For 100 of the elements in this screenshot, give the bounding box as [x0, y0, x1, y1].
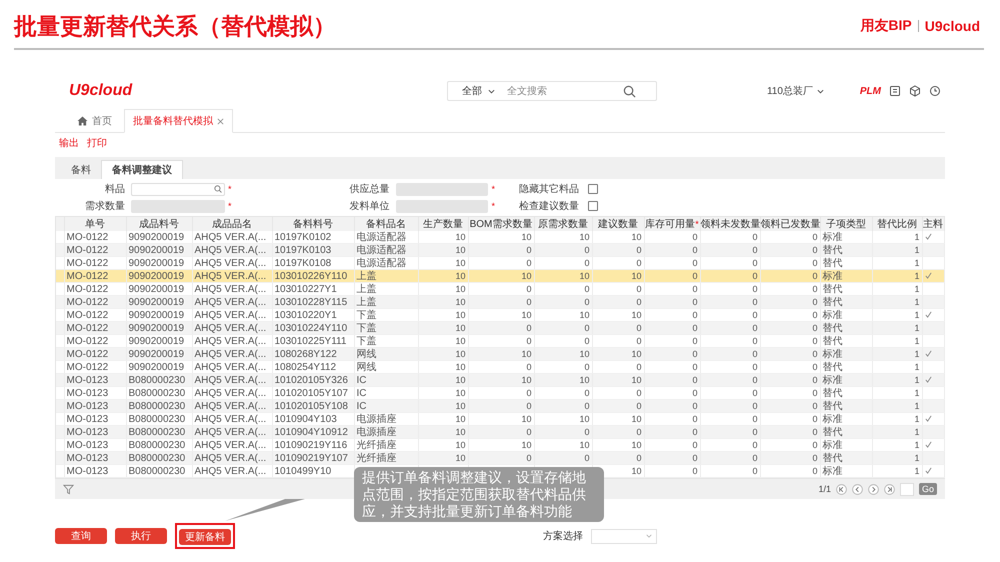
- table-cell: 0: [526, 322, 532, 332]
- page-input[interactable]: [900, 482, 914, 496]
- toolbar-link[interactable]: 打印: [87, 136, 107, 150]
- table-cell: 0: [752, 426, 758, 436]
- previous-icon[interactable]: [852, 484, 863, 494]
- search-icon[interactable]: [214, 185, 222, 193]
- action-button[interactable]: 查询: [55, 528, 107, 544]
- table-cell: 10197K0102: [274, 232, 332, 242]
- column-header[interactable]: 领料未发数量: [700, 219, 760, 230]
- input-field[interactable]: [131, 200, 225, 212]
- first-page-icon[interactable]: [836, 484, 847, 494]
- table-cell: 10: [631, 374, 642, 384]
- table-cell: MO-0122: [66, 336, 108, 346]
- table-cell: 0: [526, 452, 532, 462]
- table-cell: 上盖: [356, 296, 376, 308]
- table-cell: 9090200019: [128, 322, 184, 334]
- caret-icon: [488, 88, 495, 94]
- table-cell: 0: [812, 336, 818, 346]
- table-cell: 10: [521, 414, 532, 424]
- table-cell: 9090200019: [128, 336, 184, 346]
- checkbox[interactable]: [588, 184, 598, 194]
- sub-tab[interactable]: 备料: [61, 161, 101, 179]
- table-cell: MO-0122: [66, 362, 108, 372]
- table-cell: 光纤插座: [356, 452, 396, 464]
- table-cell: 替代: [822, 284, 842, 294]
- table-cell: IC: [356, 374, 366, 386]
- table-cell: 10197K0108: [274, 258, 332, 268]
- table-cell: 9090200019: [128, 284, 184, 294]
- table-cell: 10: [521, 310, 532, 320]
- table-cell: 0: [812, 426, 818, 436]
- table-cell: 0: [526, 362, 532, 372]
- table-cell: 0: [692, 426, 698, 436]
- table-cell: 0: [752, 362, 758, 372]
- input-field[interactable]: [396, 182, 488, 196]
- column-header[interactable]: 领料已发数量: [760, 219, 820, 230]
- table-cell: 0: [752, 348, 758, 358]
- table-cell: 9090200019: [128, 258, 184, 268]
- field-label: 隐藏其它料品: [518, 182, 579, 196]
- table-cell: 10: [579, 232, 590, 242]
- table-cell: 10: [455, 284, 466, 294]
- action-button[interactable]: 更新备料: [179, 529, 231, 545]
- table-cell: 替代: [822, 362, 842, 372]
- table-cell: 标准: [822, 466, 842, 476]
- clock-icon[interactable]: [929, 85, 941, 97]
- column-header[interactable]: 库存可用量: [645, 219, 696, 230]
- action-button[interactable]: 执行: [115, 528, 167, 544]
- table-cell: 0: [752, 284, 758, 294]
- table-cell: 0: [584, 452, 590, 462]
- sub-tab[interactable]: 备料调整建议: [101, 160, 183, 179]
- table-cell: 10: [521, 440, 532, 450]
- table-cell: 10197K0103: [274, 244, 332, 256]
- table-cell: MO-0122: [66, 258, 108, 268]
- last-page-icon[interactable]: [884, 484, 895, 494]
- table-cell: AHQ5 VER.A(...: [194, 414, 266, 424]
- table-cell: 0: [584, 258, 590, 268]
- checkbox[interactable]: [588, 201, 598, 211]
- close-icon[interactable]: [217, 118, 224, 124]
- table-cell: 0: [692, 440, 698, 450]
- table-cell: AHQ5 VER.A(...: [194, 244, 266, 256]
- page-tab[interactable]: 首页: [69, 110, 120, 132]
- table-cell: 0: [526, 258, 532, 268]
- input-field[interactable]: [396, 200, 488, 212]
- table-cell: 101020105Y107: [274, 388, 348, 398]
- table-cell: 10: [521, 232, 532, 242]
- column-header[interactable]: BOM需求数量: [470, 219, 532, 230]
- table-cell: 10: [631, 466, 642, 476]
- table-cell: 1010499Y10: [274, 466, 332, 476]
- table-cell: AHQ5 VER.A(...: [194, 322, 266, 334]
- input-field[interactable]: [131, 182, 225, 196]
- go-button[interactable]: Go: [918, 483, 937, 495]
- next-icon[interactable]: [868, 484, 879, 494]
- table-cell: 0: [636, 400, 642, 410]
- table-cell: 0: [692, 336, 698, 346]
- table-cell: 1: [914, 414, 920, 424]
- table-cell: 0: [812, 400, 818, 410]
- search-icon[interactable]: [623, 84, 636, 98]
- table-cell: B080000230: [128, 414, 186, 424]
- org-selector[interactable]: 110总装厂: [766, 84, 813, 98]
- required-mark: *: [491, 184, 495, 194]
- table-cell: 网线: [356, 362, 376, 372]
- page-indicator: 1/1: [818, 484, 831, 494]
- plm-link[interactable]: PLM: [860, 86, 881, 96]
- table-cell: MO-0122: [66, 284, 108, 294]
- table-cell: 0: [812, 362, 818, 372]
- table-cell: 10: [455, 270, 466, 280]
- document-icon[interactable]: [889, 85, 901, 97]
- filter-icon[interactable]: [63, 484, 74, 494]
- table-cell: 0: [812, 270, 818, 280]
- table-cell: 10: [579, 440, 590, 450]
- table-cell: AHQ5 VER.A(...: [194, 258, 266, 268]
- table-cell: 1: [914, 452, 920, 462]
- cube-icon[interactable]: [909, 85, 921, 97]
- table-cell: 0: [752, 400, 758, 410]
- toolbar-link[interactable]: 输出: [59, 136, 79, 150]
- table-cell: 0: [692, 388, 698, 398]
- table-cell: 0: [812, 414, 818, 424]
- table-cell: 0: [692, 296, 698, 306]
- column-header[interactable]: 主料: [923, 219, 943, 230]
- page-tab[interactable]: 批量备料替代模拟: [124, 109, 233, 133]
- table-cell: AHQ5 VER.A(...: [194, 232, 266, 242]
